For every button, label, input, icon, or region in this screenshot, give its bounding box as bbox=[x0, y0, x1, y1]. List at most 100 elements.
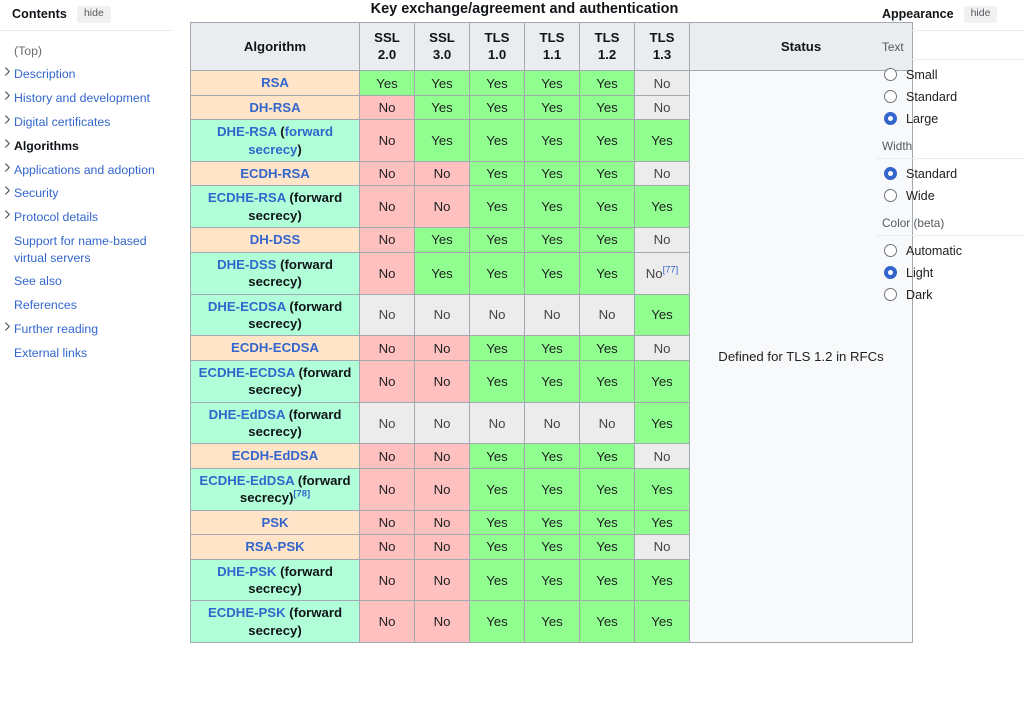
chevron-right-icon[interactable] bbox=[3, 67, 12, 77]
toc-item-label[interactable]: References bbox=[14, 298, 77, 312]
support-value: Yes bbox=[486, 99, 508, 115]
radio-option-label: Standard bbox=[906, 166, 958, 181]
radio-button-icon[interactable] bbox=[884, 288, 897, 302]
support-value: Yes bbox=[541, 572, 563, 588]
support-cell: No bbox=[359, 359, 415, 403]
support-cell: Yes bbox=[634, 185, 690, 229]
algorithm-cell: RSA bbox=[190, 70, 360, 96]
reference-marker[interactable]: [77] bbox=[663, 263, 679, 274]
algorithm-link[interactable]: DH-DSS bbox=[250, 232, 301, 247]
algorithm-link[interactable]: ECDH-RSA bbox=[240, 166, 310, 181]
algorithm-link[interactable]: DHE-PSK bbox=[217, 564, 276, 579]
radio-button-icon[interactable] bbox=[884, 68, 897, 82]
toc-item-protocol-details[interactable]: Protocol details bbox=[0, 206, 172, 230]
algorithm-link[interactable]: DH-RSA bbox=[249, 100, 300, 115]
algorithm-link[interactable]: ECDHE-ECDSA bbox=[199, 365, 295, 380]
algorithm-link[interactable]: ECDHE-EdDSA bbox=[199, 473, 294, 488]
toc-item-applications-and-adoption[interactable]: Applications and adoption bbox=[0, 159, 172, 182]
chevron-right-icon[interactable] bbox=[3, 139, 12, 148]
status-text: Defined for TLS 1.2 in RFCs bbox=[718, 349, 884, 365]
radio-option-large[interactable]: Large bbox=[876, 108, 1024, 130]
chevron-right-icon[interactable] bbox=[3, 321, 12, 331]
contents-list: (Top) Description History and development D… bbox=[0, 31, 172, 366]
support-value: Yes bbox=[486, 265, 508, 281]
toc-item-references[interactable]: References bbox=[0, 294, 172, 318]
radio-option-wide[interactable]: Wide bbox=[876, 185, 1024, 207]
algorithm-link[interactable]: DHE-RSA bbox=[217, 124, 277, 139]
algorithm-link[interactable]: RSA-PSK bbox=[245, 539, 304, 554]
algorithm-link[interactable]: ECDH-ECDSA bbox=[231, 340, 319, 355]
radio-option-standard[interactable]: Standard bbox=[876, 86, 1024, 108]
reference-link[interactable]: [77] bbox=[663, 263, 679, 274]
support-value: Yes bbox=[541, 614, 563, 630]
radio-button-icon[interactable] bbox=[884, 167, 897, 181]
algorithm-link[interactable]: DHE-DSS bbox=[217, 257, 276, 272]
toc-item-support-for-name-based-virtual-servers[interactable]: Support for name-based virtual servers bbox=[0, 230, 172, 270]
support-value: Yes bbox=[431, 75, 453, 91]
support-cell: Yes bbox=[524, 443, 580, 469]
toc-item-label[interactable]: Security bbox=[14, 186, 58, 200]
radio-option-small[interactable]: Small bbox=[876, 64, 1024, 86]
radio-button-icon[interactable] bbox=[884, 244, 897, 258]
chevron-right-icon[interactable] bbox=[3, 115, 12, 124]
radio-option-automatic[interactable]: Automatic bbox=[876, 240, 1024, 262]
radio-button-icon[interactable] bbox=[884, 189, 897, 203]
toc-item-label[interactable]: Digital certificates bbox=[14, 115, 110, 129]
support-cell: Yes bbox=[414, 70, 470, 96]
chevron-right-icon[interactable] bbox=[3, 186, 12, 195]
toc-item-further-reading[interactable]: Further reading bbox=[0, 318, 172, 342]
radio-option-light[interactable]: Light bbox=[876, 262, 1024, 284]
toc-item-top[interactable]: (Top) bbox=[0, 40, 172, 64]
toc-item-history-and-development[interactable]: History and development bbox=[0, 87, 172, 111]
toc-item-security[interactable]: Security bbox=[0, 182, 172, 206]
toc-item-see-also[interactable]: See also bbox=[0, 270, 172, 294]
radio-button-icon[interactable] bbox=[884, 112, 897, 126]
toc-item-label[interactable]: History and development bbox=[14, 91, 150, 105]
toc-item-label[interactable]: Algorithms bbox=[14, 139, 79, 153]
radio-button-icon[interactable] bbox=[884, 90, 897, 104]
toc-item-label[interactable]: See also bbox=[14, 274, 62, 288]
algorithm-link[interactable]: ECDHE-RSA bbox=[208, 190, 286, 205]
reference-link[interactable]: [78] bbox=[293, 488, 310, 499]
support-cell: No bbox=[579, 401, 635, 445]
toc-item-description[interactable]: Description bbox=[0, 63, 172, 87]
toc-item-label[interactable]: Protocol details bbox=[14, 210, 98, 224]
algorithm-link[interactable]: DHE-EdDSA bbox=[209, 407, 285, 422]
support-cell: Yes bbox=[579, 443, 635, 469]
chevron-right-icon[interactable] bbox=[3, 210, 12, 219]
toc-item-label[interactable]: Description bbox=[14, 67, 76, 81]
algorithm-link[interactable]: DHE-ECDSA bbox=[208, 299, 286, 314]
support-cell: Yes bbox=[524, 600, 580, 644]
algorithm-cell: ECDH-ECDSA bbox=[190, 335, 360, 361]
support-value: Yes bbox=[541, 448, 563, 464]
chevron-right-icon[interactable] bbox=[3, 163, 12, 172]
support-cell: No bbox=[359, 185, 415, 229]
toc-item-label[interactable]: External links bbox=[14, 346, 87, 360]
toc-item-label[interactable]: Further reading bbox=[14, 322, 98, 336]
algorithm-link[interactable]: ECDH-EdDSA bbox=[232, 448, 318, 463]
support-cell: Yes bbox=[579, 94, 635, 121]
support-value: No bbox=[378, 448, 396, 464]
chevron-right-icon[interactable] bbox=[3, 91, 12, 101]
radio-option-dark[interactable]: Dark bbox=[876, 284, 1024, 306]
contents-hide-button[interactable]: hide bbox=[76, 6, 111, 23]
appearance-hide-button[interactable]: hide bbox=[963, 6, 998, 23]
toc-item-external-links[interactable]: External links bbox=[0, 342, 172, 366]
radio-option-label: Standard bbox=[906, 89, 958, 104]
toc-item-digital-certificates[interactable]: Digital certificates bbox=[0, 111, 172, 135]
support-value: No bbox=[378, 481, 396, 497]
toc-item-label[interactable]: Applications and adoption bbox=[14, 163, 155, 177]
algorithm-link[interactable]: ECDHE-PSK bbox=[208, 605, 286, 620]
support-value: Yes bbox=[596, 265, 618, 281]
support-value: Yes bbox=[431, 99, 453, 115]
radio-button-icon[interactable] bbox=[884, 266, 897, 280]
toc-item-label[interactable]: (Top) bbox=[14, 44, 42, 58]
reference-marker[interactable]: [78] bbox=[293, 488, 310, 499]
algorithm-link[interactable]: RSA bbox=[261, 75, 289, 90]
radio-option-standard[interactable]: Standard bbox=[876, 163, 1024, 185]
radio-option-label: Small bbox=[906, 67, 938, 82]
support-value: No bbox=[433, 415, 451, 431]
algorithm-link[interactable]: PSK bbox=[261, 515, 288, 530]
toc-item-algorithms[interactable]: Algorithms bbox=[0, 135, 172, 159]
toc-item-label[interactable]: Support for name-based virtual servers bbox=[14, 234, 147, 265]
